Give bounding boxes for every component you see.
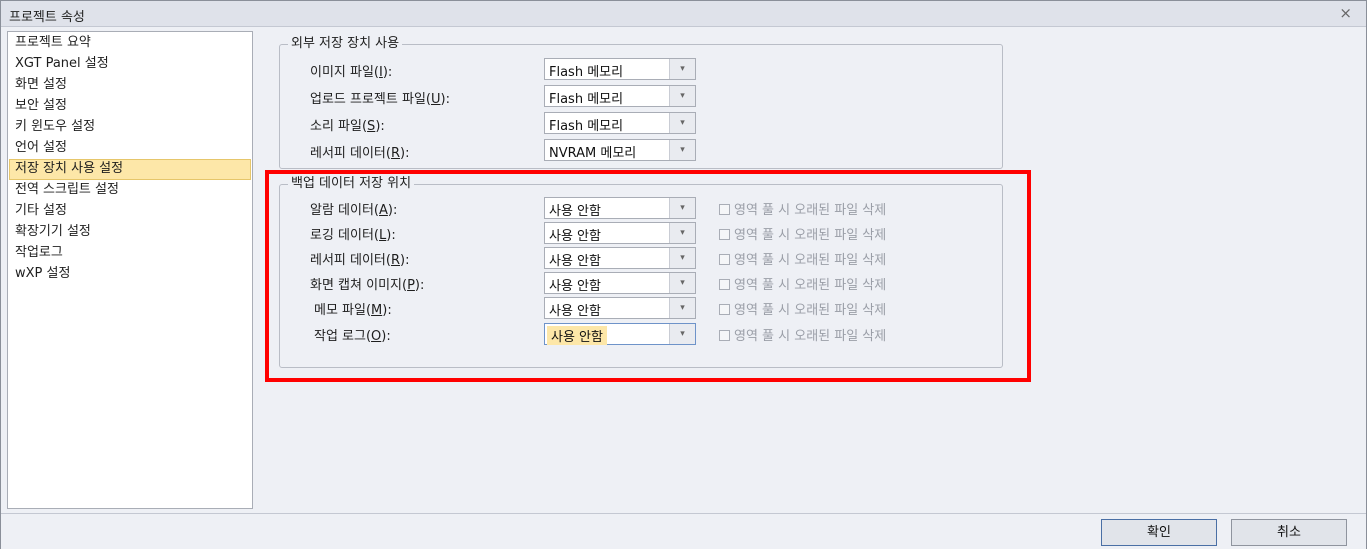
project-properties-dialog: 프로젝트 속성 × 프로젝트 요약 XGT Panel 설정 화면 설정 보안 … <box>0 0 1367 549</box>
upload-project-file-label: 업로드 프로젝트 파일(U): <box>310 92 450 107</box>
sidebar-item-wxp[interactable]: wXP 설정 <box>9 264 251 285</box>
sidebar-item-language[interactable]: 언어 설정 <box>9 138 251 159</box>
chevron-down-icon: ▾ <box>669 86 695 106</box>
sidebar-item-storage[interactable]: 저장 장치 사용 설정 <box>9 159 251 180</box>
sidebar-item-key-window[interactable]: 키 윈도우 설정 <box>9 117 251 138</box>
chevron-down-icon: ▾ <box>669 113 695 133</box>
sidebar-item-global-script[interactable]: 전역 스크립트 설정 <box>9 180 251 201</box>
chevron-down-icon: ▾ <box>669 59 695 79</box>
close-icon[interactable]: × <box>1339 4 1352 22</box>
upload-project-file-select[interactable]: Flash 메모리 ▾ <box>544 85 696 107</box>
sidebar-item-expansion[interactable]: 확장기기 설정 <box>9 222 251 243</box>
sidebar-item-security[interactable]: 보안 설정 <box>9 96 251 117</box>
cancel-button[interactable]: 취소 <box>1231 519 1347 546</box>
sidebar-item-screen[interactable]: 화면 설정 <box>9 75 251 96</box>
sidebar-item-work-log[interactable]: 작업로그 <box>9 243 251 264</box>
sidebar-item-misc[interactable]: 기타 설정 <box>9 201 251 222</box>
image-file-label: 이미지 파일(I): <box>310 65 393 80</box>
settings-category-list: 프로젝트 요약 XGT Panel 설정 화면 설정 보안 설정 키 윈도우 설… <box>7 31 253 509</box>
external-storage-group: 외부 저장 장치 사용 이미지 파일(I): Flash 메모리 ▾ 업로드 프… <box>279 36 1003 169</box>
title-bar: 프로젝트 속성 × <box>1 1 1366 27</box>
recipe-data-label: 레서피 데이터(R): <box>310 146 410 161</box>
sound-file-select[interactable]: Flash 메모리 ▾ <box>544 112 696 134</box>
highlight-annotation-box <box>265 170 1031 382</box>
image-file-select[interactable]: Flash 메모리 ▾ <box>544 58 696 80</box>
dialog-footer: 확인 취소 <box>1 513 1366 549</box>
sidebar-item-xgt-panel[interactable]: XGT Panel 설정 <box>9 54 251 75</box>
sound-file-label: 소리 파일(S): <box>310 119 385 134</box>
sidebar-item-project-summary[interactable]: 프로젝트 요약 <box>9 33 251 54</box>
recipe-data-select[interactable]: NVRAM 메모리 ▾ <box>544 139 696 161</box>
dialog-title: 프로젝트 속성 <box>9 10 85 25</box>
external-storage-legend: 외부 저장 장치 사용 <box>288 36 403 52</box>
chevron-down-icon: ▾ <box>669 140 695 160</box>
ok-button[interactable]: 확인 <box>1101 519 1217 546</box>
